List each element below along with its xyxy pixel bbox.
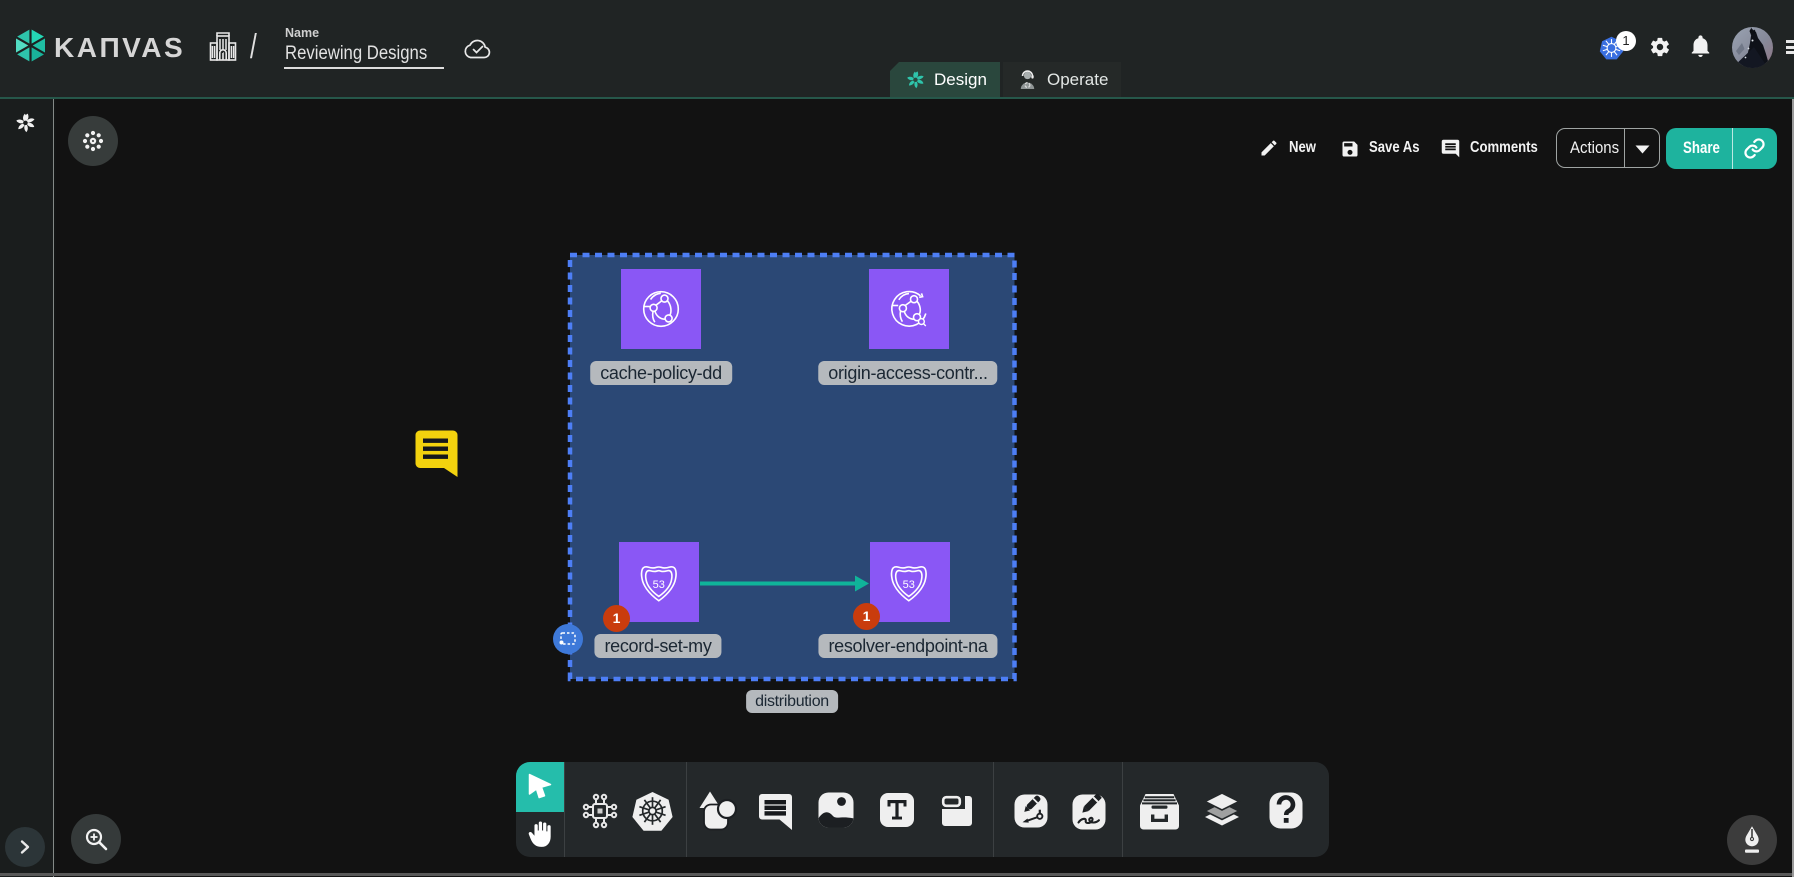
svg-text:53: 53 (903, 579, 915, 591)
svg-text:53: 53 (653, 579, 665, 591)
